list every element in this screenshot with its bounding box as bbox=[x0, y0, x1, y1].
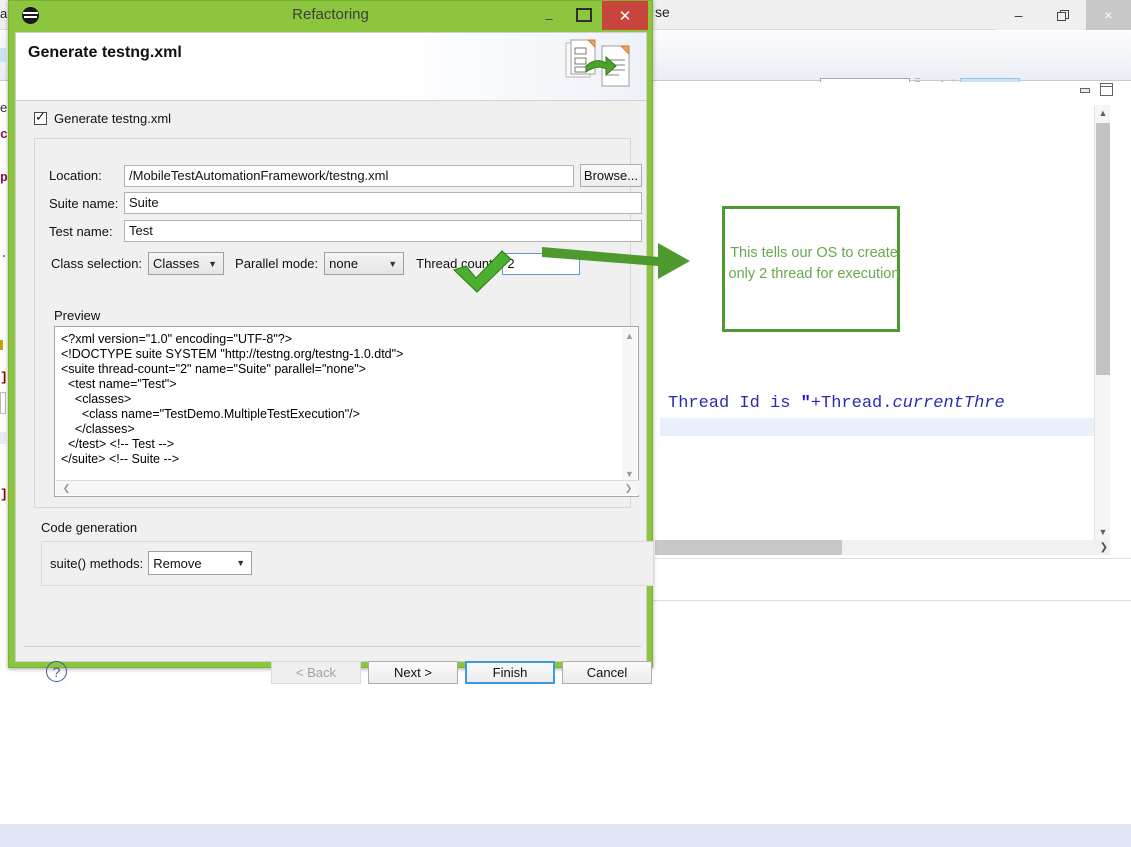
location-label: Location: bbox=[49, 168, 102, 183]
back-button[interactable]: < Back bbox=[271, 661, 361, 684]
class-selection-value: Classes bbox=[153, 256, 200, 271]
suite-methods-label: suite() methods: bbox=[50, 555, 144, 571]
h-scroll-thumb[interactable] bbox=[655, 540, 842, 555]
bg-fragment-c: c bbox=[0, 127, 8, 142]
chevron-down-icon: ▼ bbox=[236, 558, 246, 568]
dialog-maximize-button[interactable] bbox=[576, 8, 592, 22]
code-generation-label: Code generation bbox=[41, 520, 138, 535]
suite-methods-row: suite() methods: Remove ▼ bbox=[50, 551, 253, 575]
location-input[interactable]: /MobileTestAutomationFramework/testng.xm… bbox=[124, 164, 574, 187]
bg-fragment-e: e bbox=[0, 100, 8, 115]
bg-fragment-bracket: ] bbox=[0, 370, 8, 385]
bg-fragment-p: p bbox=[0, 170, 8, 185]
finish-button[interactable]: Finish bbox=[465, 661, 555, 684]
dialog-header: Generate testng.xml bbox=[16, 33, 646, 101]
preview-vertical-scrollbar[interactable]: ▲ ▼ bbox=[622, 328, 637, 481]
class-selection-label: Class selection: bbox=[51, 256, 143, 271]
next-button[interactable]: Next > bbox=[368, 661, 458, 684]
refactoring-banner-icon bbox=[564, 38, 632, 94]
scroll-up-icon[interactable]: ▲ bbox=[1095, 105, 1111, 121]
preview-label: Preview bbox=[54, 308, 101, 323]
code-text-quote: " bbox=[800, 394, 811, 413]
callout-arrow bbox=[540, 235, 730, 295]
editor-selected-line bbox=[660, 418, 1094, 436]
editor-vertical-scrollbar[interactable]: ▲ ▼ bbox=[1094, 105, 1110, 540]
annotation-callout: This tells our OS to create only 2 threa… bbox=[722, 206, 900, 332]
bottom-view-divider bbox=[651, 600, 1131, 601]
scroll-down-icon[interactable]: ▼ bbox=[1095, 524, 1111, 540]
bg-fragment-tab bbox=[0, 48, 6, 62]
test-name-label: Test name: bbox=[49, 223, 113, 239]
bg-fragment-a: a bbox=[0, 6, 8, 21]
editor-maximize-icon[interactable] bbox=[1100, 83, 1113, 96]
suite-name-row: Suite name: Suite bbox=[49, 192, 642, 214]
suite-methods-dropdown[interactable]: Remove ▼ bbox=[148, 551, 253, 575]
dialog-minimize-button[interactable]: – bbox=[538, 7, 560, 26]
ide-window-title: se bbox=[655, 4, 670, 20]
parallel-mode-label: Parallel mode: bbox=[235, 256, 319, 271]
code-text-prefix: Thread Id is bbox=[668, 394, 801, 413]
bg-fragment-dot: . bbox=[0, 246, 8, 261]
bg-fragment-bracket2: ] bbox=[0, 487, 8, 502]
generate-testng-checkbox[interactable] bbox=[34, 109, 47, 125]
suite-name-input[interactable]: Suite bbox=[124, 192, 642, 214]
chevron-down-icon: ▼ bbox=[388, 258, 398, 269]
preview-xml-text: <?xml version="1.0" encoding="UTF-8"?> <… bbox=[61, 332, 404, 466]
location-row: Location: /MobileTestAutomationFramework… bbox=[49, 164, 642, 187]
ide-status-bar: ⋮ bbox=[0, 824, 1131, 847]
bg-fragment-box bbox=[0, 392, 6, 414]
preview-scroll-down-icon[interactable]: ▼ bbox=[622, 466, 637, 481]
code-text-plus: +Thread. bbox=[810, 394, 893, 413]
dialog-title-bar: Refactoring – ✕ bbox=[9, 1, 652, 32]
suite-name-label: Suite name: bbox=[49, 195, 119, 211]
editor-code-line[interactable]: Thread Id is "+Thread.currentThre bbox=[668, 394, 1005, 413]
browse-button[interactable]: Browse... bbox=[580, 164, 642, 187]
bg-fragment-marker bbox=[0, 340, 3, 350]
dialog-footer-divider bbox=[24, 646, 641, 647]
dialog-body: Generate testng.xml ✓ Generate testng.xm… bbox=[15, 32, 654, 684]
code-text-italic: currentThre bbox=[892, 394, 1005, 413]
ide-minimize-button[interactable]: – bbox=[996, 0, 1041, 30]
ide-restore-button[interactable] bbox=[1041, 0, 1086, 30]
preview-horizontal-scrollbar[interactable]: ❮ ❯ bbox=[56, 480, 639, 495]
help-button[interactable]: ? bbox=[46, 661, 67, 682]
ide-window-controls: – × bbox=[996, 0, 1131, 30]
dialog-footer-buttons: < Back Next > Finish Cancel bbox=[271, 661, 652, 684]
generate-testng-checkbox-row[interactable]: Generate testng.xml bbox=[34, 109, 172, 126]
class-selection-dropdown[interactable]: Classes ▼ bbox=[148, 252, 225, 275]
annotation-callout-text: This tells our OS to create only 2 threa… bbox=[728, 245, 900, 282]
editor-horizontal-scrollbar[interactable]: ❯ bbox=[655, 540, 1110, 555]
generate-testng-checkbox-label: Generate testng.xml bbox=[54, 111, 172, 126]
ide-close-button[interactable]: × bbox=[1086, 0, 1131, 30]
dialog-header-title: Generate testng.xml bbox=[28, 44, 182, 61]
refactoring-dialog: Refactoring – ✕ Generate testng.xml ✓ Ge… bbox=[8, 0, 654, 684]
preview-scroll-left-icon[interactable]: ❮ bbox=[59, 481, 74, 496]
parallel-mode-dropdown[interactable]: none ▼ bbox=[324, 252, 405, 275]
h-scroll-right-icon[interactable]: ❯ bbox=[1100, 540, 1108, 555]
bg-fragment-hl bbox=[0, 432, 6, 444]
parallel-mode-value: none bbox=[329, 256, 359, 271]
dialog-close-button[interactable]: ✕ bbox=[602, 1, 648, 30]
editor-minimize-icon[interactable] bbox=[1079, 83, 1092, 95]
screenshot-root: se – × Quick Access bbox=[0, 0, 1131, 847]
preview-scroll-right-icon[interactable]: ❯ bbox=[621, 481, 636, 496]
scroll-thumb[interactable] bbox=[1096, 123, 1110, 375]
chevron-down-icon: ▼ bbox=[208, 258, 218, 269]
green-check-annotation bbox=[452, 250, 514, 299]
preview-scroll-up-icon[interactable]: ▲ bbox=[622, 328, 637, 343]
suite-methods-value: Remove bbox=[153, 555, 202, 571]
restore-icon bbox=[1057, 9, 1069, 21]
preview-box[interactable]: <?xml version="1.0" encoding="UTF-8"?> <… bbox=[54, 326, 639, 497]
cancel-button[interactable]: Cancel bbox=[562, 661, 652, 684]
